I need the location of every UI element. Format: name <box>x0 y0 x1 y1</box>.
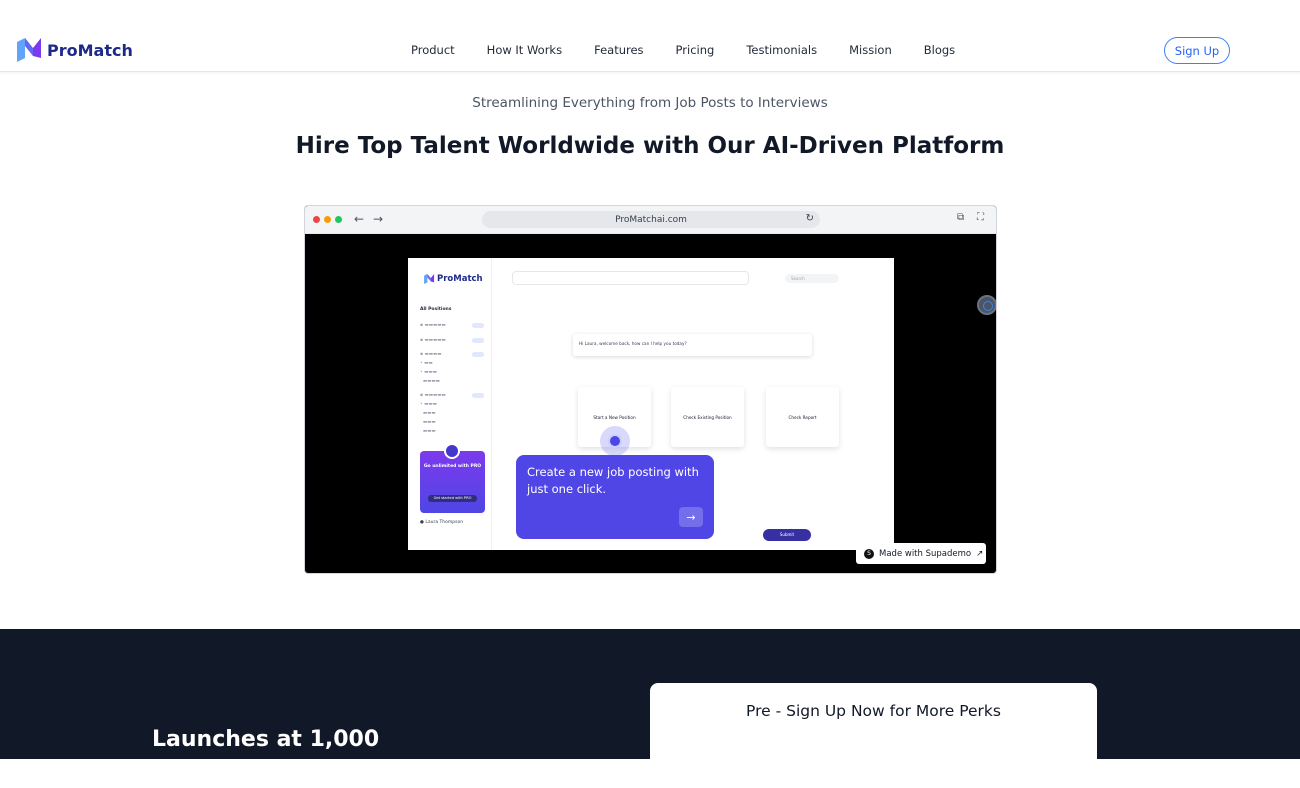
sidebar-line: • ▬▬▬ <box>420 402 437 407</box>
sidebar-line: • ▬▬ <box>420 361 433 366</box>
browser-toolbar: ← → ProMatchai.com ↻ ⧉ ⛶ <box>305 206 996 234</box>
open-external-icon[interactable]: ⧉ <box>957 212 964 223</box>
launch-heading: Launches at 1,000 <box>152 727 380 752</box>
sidebar-pill <box>472 323 484 328</box>
hero-headline: Hire Top Talent Worldwide with Our AI-Dr… <box>295 133 1005 159</box>
supademo-text: Made with Supademo <box>879 548 972 559</box>
close-dot-icon <box>313 216 320 223</box>
sidebar-line: ▪ ▬▬▬▬▬ <box>420 323 446 328</box>
nav-link-testimonials[interactable]: Testimonials <box>746 43 817 57</box>
nav-link-blogs[interactable]: Blogs <box>924 43 955 57</box>
chat-message: Hi Laura, welcome back, how can I help y… <box>573 334 812 356</box>
launch-section: Launches at 1,000 Pre - Sign Up Now for … <box>0 629 1300 759</box>
brand-logo[interactable]: ProMatch <box>17 38 133 62</box>
sidebar-line: ▬▬▬ <box>420 420 436 425</box>
tooltip-next-button[interactable]: → <box>679 507 703 527</box>
pre-signup-form-card: Pre - Sign Up Now for More Perks <box>650 683 1097 759</box>
external-link-icon: ↗ <box>976 548 984 559</box>
app-search-input[interactable]: Search <box>785 274 839 283</box>
app-submit-button[interactable]: Submit <box>763 529 811 541</box>
brand-name: ProMatch <box>47 40 133 60</box>
sidebar-line: ▬▬▬ <box>420 411 436 416</box>
sidebar-line: • ▬▬▬ <box>420 370 437 375</box>
sidebar-line: ▬▬▬ <box>420 429 436 434</box>
side-hotspot-icon[interactable] <box>977 295 996 315</box>
main-nav: Product How It Works Features Pricing Te… <box>411 43 987 57</box>
app-logo: ProMatch <box>424 274 483 284</box>
pro-card-button[interactable]: Get started with PRO <box>428 495 477 502</box>
sidebar-line: ▪ ▬▬▬▬▬ <box>420 338 446 343</box>
pro-upgrade-card: Go unlimited with PRO Get started with P… <box>420 443 485 513</box>
nav-link-how-it-works[interactable]: How It Works <box>487 43 562 57</box>
pro-card-title: Go unlimited with PRO <box>423 464 482 469</box>
nav-link-pricing[interactable]: Pricing <box>676 43 715 57</box>
demo-hotspot[interactable] <box>600 426 630 456</box>
sidebar-header: All Positions <box>420 307 452 312</box>
nav-link-product[interactable]: Product <box>411 43 455 57</box>
form-title: Pre - Sign Up Now for More Perks <box>746 702 1001 720</box>
demo-browser-window: ← → ProMatchai.com ↻ ⧉ ⛶ ProMatch All Po… <box>304 205 997 574</box>
fullscreen-icon[interactable]: ⛶ <box>977 212 984 223</box>
supademo-badge[interactable]: S Made with Supademo ↗ <box>856 543 986 564</box>
sidebar-pill <box>472 393 484 398</box>
option-check-report[interactable]: Check Report <box>766 387 839 447</box>
arrow-right-icon: → <box>686 510 696 524</box>
sidebar-line: ▬▬▬▬ <box>420 379 440 384</box>
promatch-logo-icon <box>424 274 435 284</box>
nav-link-features[interactable]: Features <box>594 43 643 57</box>
pro-badge-icon <box>444 443 460 459</box>
supademo-logo-icon: S <box>864 548 874 559</box>
minimize-dot-icon <box>324 216 331 223</box>
sidebar-pill <box>472 338 484 343</box>
reload-icon[interactable]: ↻ <box>806 213 814 224</box>
sidebar-pill <box>472 352 484 357</box>
nav-link-mission[interactable]: Mission <box>849 43 892 57</box>
hotspot-dot-icon <box>608 434 622 448</box>
app-brand-name: ProMatch <box>437 274 483 284</box>
maximize-dot-icon <box>335 216 342 223</box>
option-check-position[interactable]: Check Existing Position <box>671 387 744 447</box>
demo-tooltip: Create a new job posting with just one c… <box>516 455 714 539</box>
sign-up-button[interactable]: Sign Up <box>1164 37 1230 64</box>
sidebar-line: ▪ ▬▬▬▬▬ <box>420 393 446 398</box>
forward-arrow-icon[interactable]: → <box>373 212 383 226</box>
user-profile[interactable]: ● Laura Thompson <box>420 520 463 525</box>
top-navbar: ProMatch Product How It Works Features P… <box>0 0 1300 72</box>
app-sidebar: ProMatch All Positions ▪ ▬▬▬▬▬ ▪ ▬▬▬▬▬ ▪… <box>408 258 492 550</box>
sidebar-line: ▪ ▬▬▬▬ <box>420 352 442 357</box>
tooltip-text: Create a new job posting with just one c… <box>527 465 699 496</box>
user-name: Laura Thompson <box>425 520 464 525</box>
hero-subtitle: Streamlining Everything from Job Posts t… <box>472 95 828 111</box>
promatch-logo-icon <box>17 38 41 62</box>
url-text: ProMatchai.com <box>615 214 687 225</box>
url-bar[interactable]: ProMatchai.com ↻ <box>482 211 820 228</box>
back-arrow-icon[interactable]: ← <box>354 212 364 226</box>
app-title-input[interactable] <box>512 271 749 285</box>
